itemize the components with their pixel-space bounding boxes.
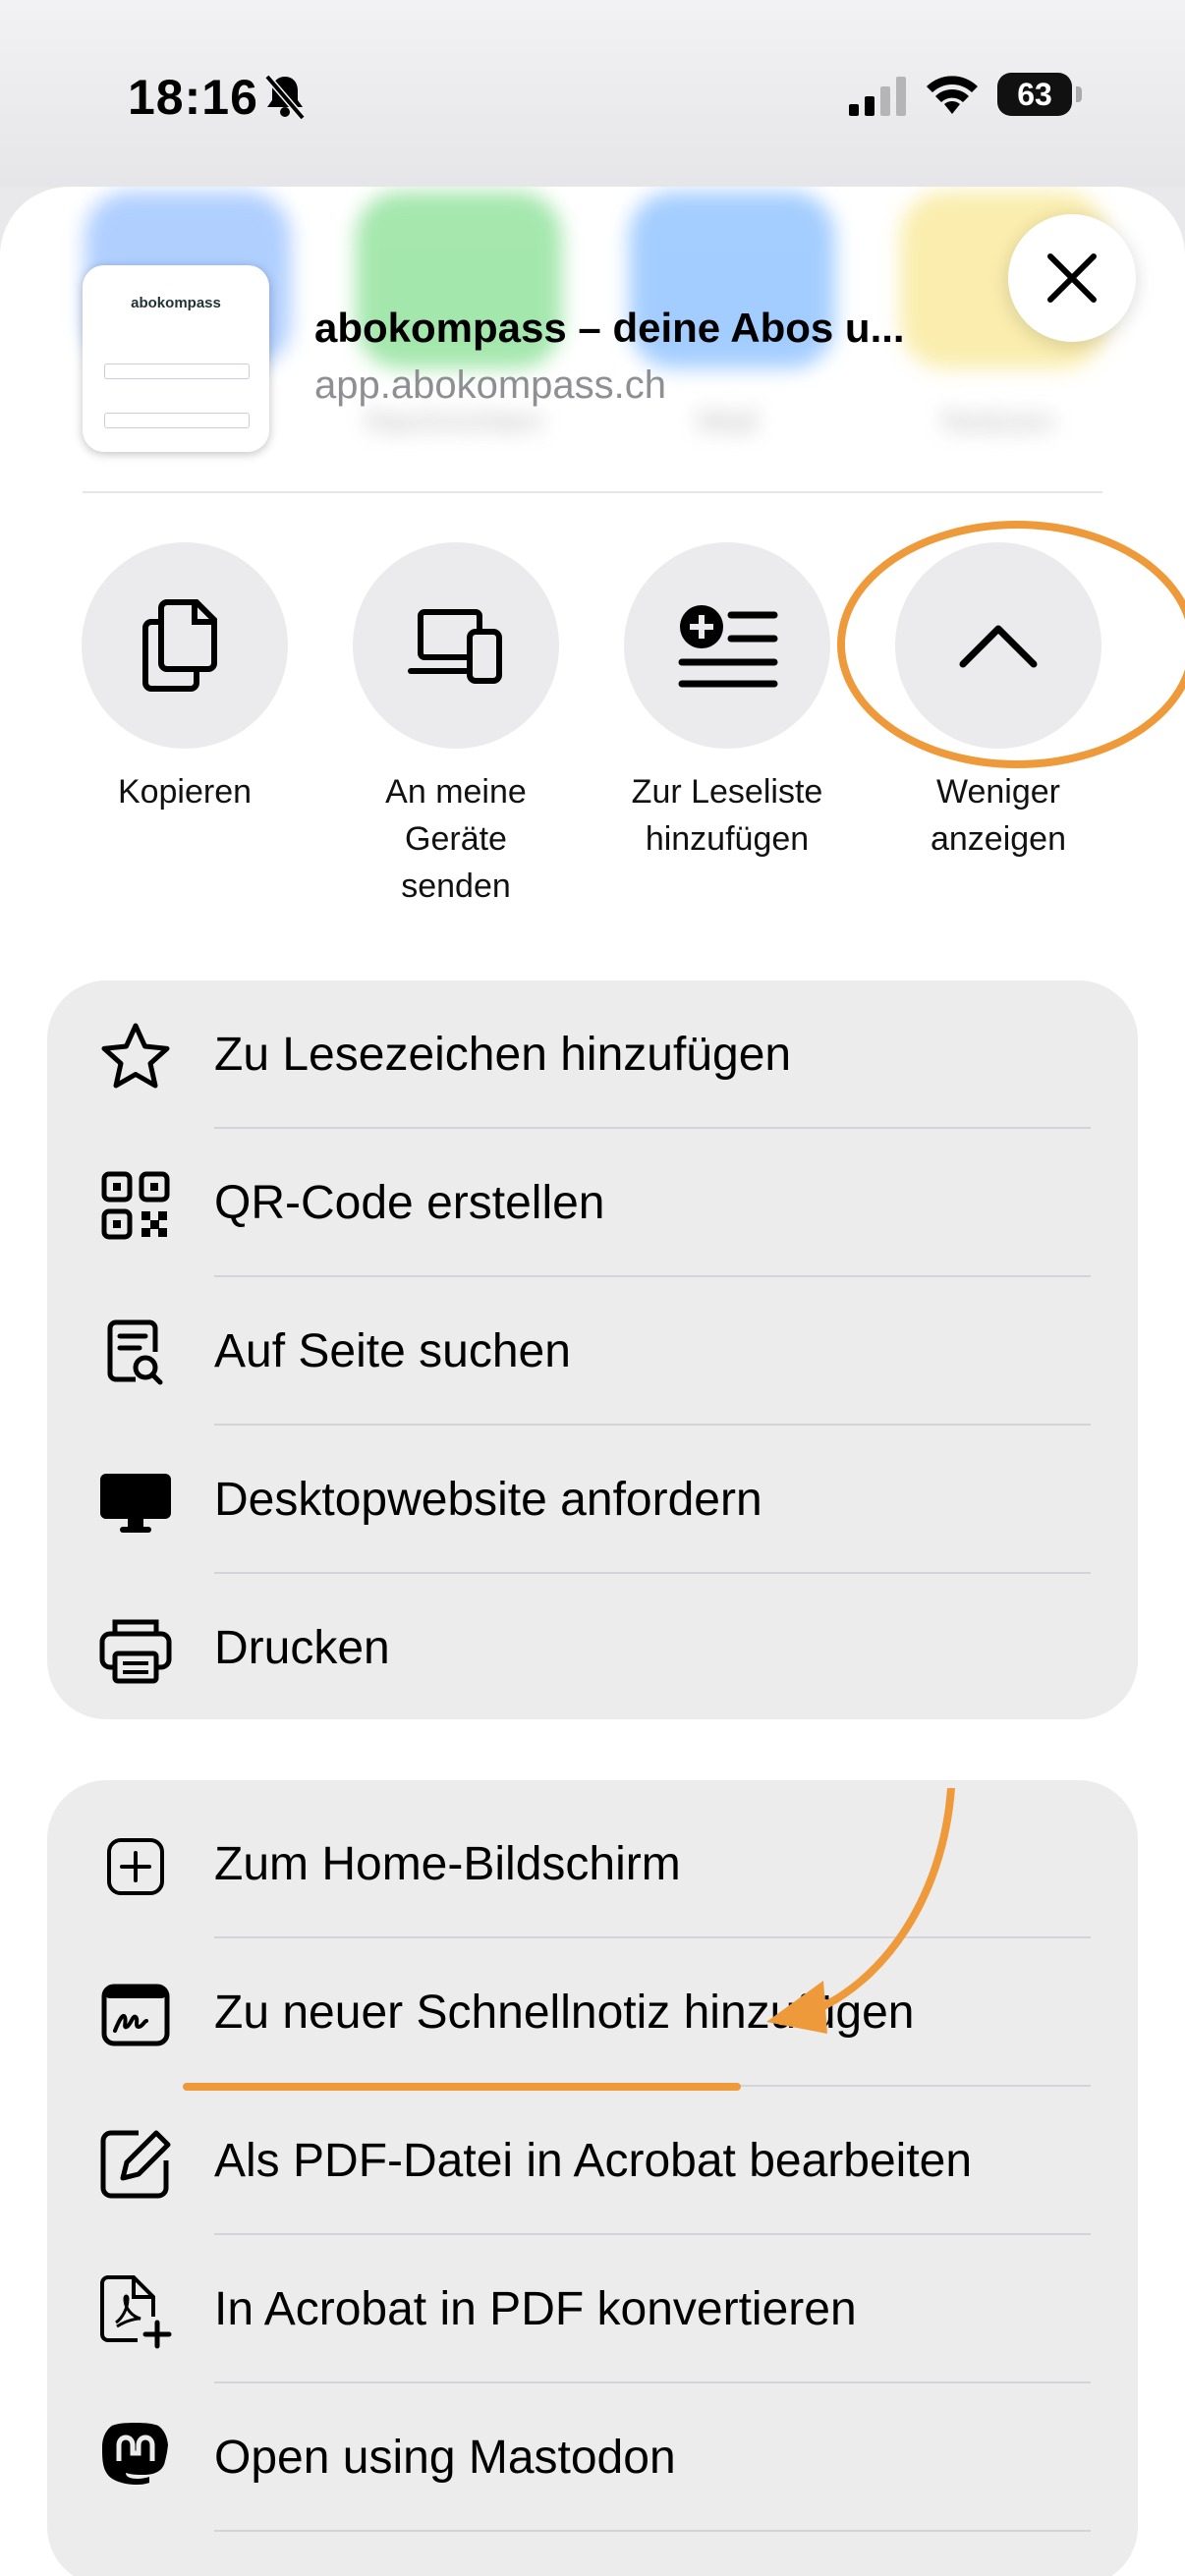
wifi-icon <box>924 71 981 121</box>
status-bar: 18:16 63 <box>0 0 1185 187</box>
action-copy[interactable]: Kopieren <box>57 542 312 815</box>
edit-pdf-icon <box>96 2124 175 2203</box>
partial-icon <box>96 2569 175 2576</box>
menu-item-label: Zum Home-Bildschirm <box>214 1838 681 1890</box>
reading-list-icon <box>624 542 830 749</box>
battery-indicator: 63 <box>997 73 1082 116</box>
highlight-ring <box>837 521 1185 768</box>
action-label: Weniger anzeigen <box>930 773 1066 858</box>
qr-code-icon <box>96 1166 175 1245</box>
share-url: app.abokompass.ch <box>314 364 667 407</box>
status-time: 18:16 <box>128 70 258 125</box>
star-icon <box>96 1018 175 1096</box>
menu-item-label: Zu Lesezeichen hinzufügen <box>214 1029 792 1081</box>
menu-item-partial[interactable] <box>47 2532 1138 2576</box>
menu-item-desktop-site[interactable]: Desktopwebsite anfordern <box>47 1426 1138 1574</box>
menu-item-print[interactable]: Drucken <box>47 1574 1138 1719</box>
page-thumbnail: abokompass <box>83 265 269 452</box>
menu-item-qr-code[interactable]: QR-Code erstellen <box>47 1129 1138 1277</box>
share-title: abokompass – deine Abos u... <box>314 305 905 351</box>
find-on-page-icon <box>96 1315 175 1393</box>
menu-item-label: Auf Seite suchen <box>214 1325 571 1377</box>
annotation-arrow-icon <box>747 1784 983 2058</box>
share-sheet: Nachrichten Mail Notizen abokompass abok… <box>0 187 1185 2576</box>
close-button[interactable] <box>1008 214 1136 342</box>
blurred-app-label: Nachrichten <box>365 403 543 440</box>
menu-item-open-mastodon[interactable]: Open using Mastodon <box>47 2383 1138 2532</box>
bell-muted-icon <box>263 73 307 125</box>
header-divider <box>83 491 1102 493</box>
mastodon-icon <box>96 2421 175 2499</box>
menu-item-label: Open using Mastodon <box>214 2432 676 2484</box>
convert-pdf-icon <box>96 2272 175 2351</box>
printer-icon <box>96 1611 175 1690</box>
close-icon <box>1047 253 1097 303</box>
action-reading-list[interactable]: Zur Leseliste hinzufügen <box>599 542 855 863</box>
action-label: Kopieren <box>117 773 253 811</box>
menu-item-label: In Acrobat in PDF konvertieren <box>214 2283 857 2335</box>
thumbnail-logo: abokompass <box>131 295 221 311</box>
highlight-underline <box>183 2083 741 2091</box>
copy-icon <box>82 542 288 749</box>
desktop-icon <box>96 1463 175 1541</box>
menu-item-edit-pdf-acrobat[interactable]: Als PDF-Datei in Acrobat bearbeiten <box>47 2087 1138 2235</box>
action-send-to-devices[interactable]: An meine Geräte senden <box>328 542 584 910</box>
menu-item-label: Desktopwebsite anfordern <box>214 1474 762 1526</box>
menu-item-label: QR-Code erstellen <box>214 1177 605 1229</box>
devices-icon <box>353 542 559 749</box>
menu-item-find-on-page[interactable]: Auf Seite suchen <box>47 1277 1138 1426</box>
add-square-icon <box>96 1827 175 1906</box>
blurred-app-label: Mail <box>696 403 759 440</box>
thumbnail-field <box>104 413 250 428</box>
menu-item-label: Drucken <box>214 1622 390 1674</box>
menu-group-primary: Zu Lesezeichen hinzufügen QR-Code erstel… <box>47 980 1138 1719</box>
quick-note-icon <box>96 1976 175 2054</box>
thumbnail-field <box>104 364 250 379</box>
action-label: An meine Geräte senden <box>385 773 527 905</box>
action-label: Zur Leseliste hinzufügen <box>631 773 823 858</box>
menu-item-convert-pdf-acrobat[interactable]: In Acrobat in PDF konvertieren <box>47 2235 1138 2383</box>
signal-icon <box>849 77 908 121</box>
blurred-app-label: Notizen <box>941 403 1055 440</box>
menu-item-bookmark[interactable]: Zu Lesezeichen hinzufügen <box>47 980 1138 1129</box>
menu-item-label: Als PDF-Datei in Acrobat bearbeiten <box>214 2135 973 2187</box>
